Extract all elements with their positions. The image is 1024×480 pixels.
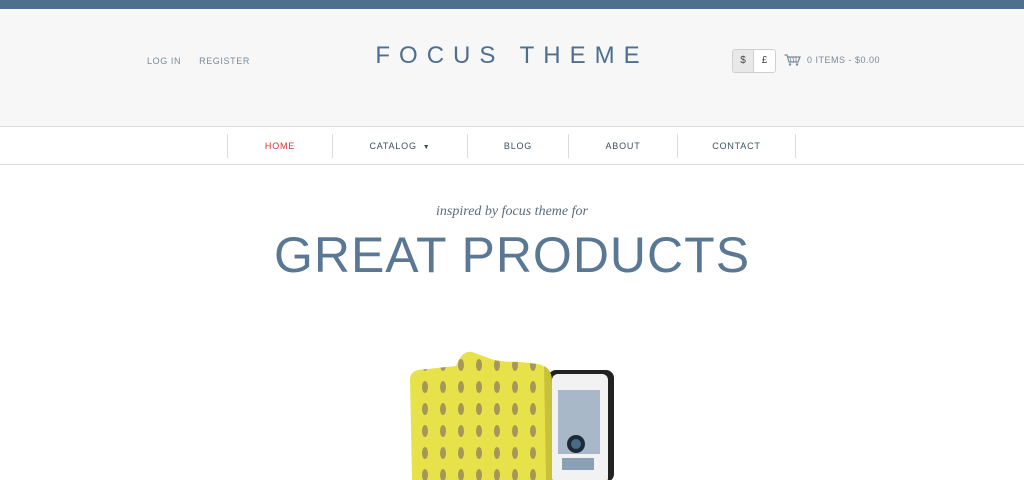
nav-contact[interactable]: CONTACT — [678, 134, 796, 158]
hero-tagline: inspired by focus theme for — [436, 204, 588, 219]
site-header: LOG IN REGISTER FOCUS THEME $ £ 0 ITEMS … — [0, 9, 1024, 127]
nav-blog[interactable]: BLOG — [468, 134, 569, 158]
cart-icon — [784, 54, 801, 66]
hero-title: GREAT PRODUCTS — [273, 227, 751, 283]
currency-usd[interactable]: $ — [733, 50, 754, 72]
nav-catalog[interactable]: CATALOG ▼ — [333, 134, 468, 158]
cart-label: 0 ITEMS - $0.00 — [807, 55, 881, 65]
chevron-down-icon: ▼ — [422, 144, 431, 151]
currency-gbp[interactable]: £ — [754, 50, 775, 72]
currency-switcher: $ £ — [732, 49, 776, 73]
nav-home[interactable]: HOME — [228, 134, 333, 158]
product-image[interactable] — [398, 332, 624, 480]
nav-catalog-label: CATALOG — [369, 141, 417, 151]
main-nav: HOME CATALOG ▼ BLOG ABOUT CONTACT — [0, 127, 1024, 165]
top-accent-strip — [0, 0, 1024, 9]
nav-about[interactable]: ABOUT — [569, 134, 678, 158]
cart-summary[interactable]: 0 ITEMS - $0.00 — [784, 54, 880, 66]
